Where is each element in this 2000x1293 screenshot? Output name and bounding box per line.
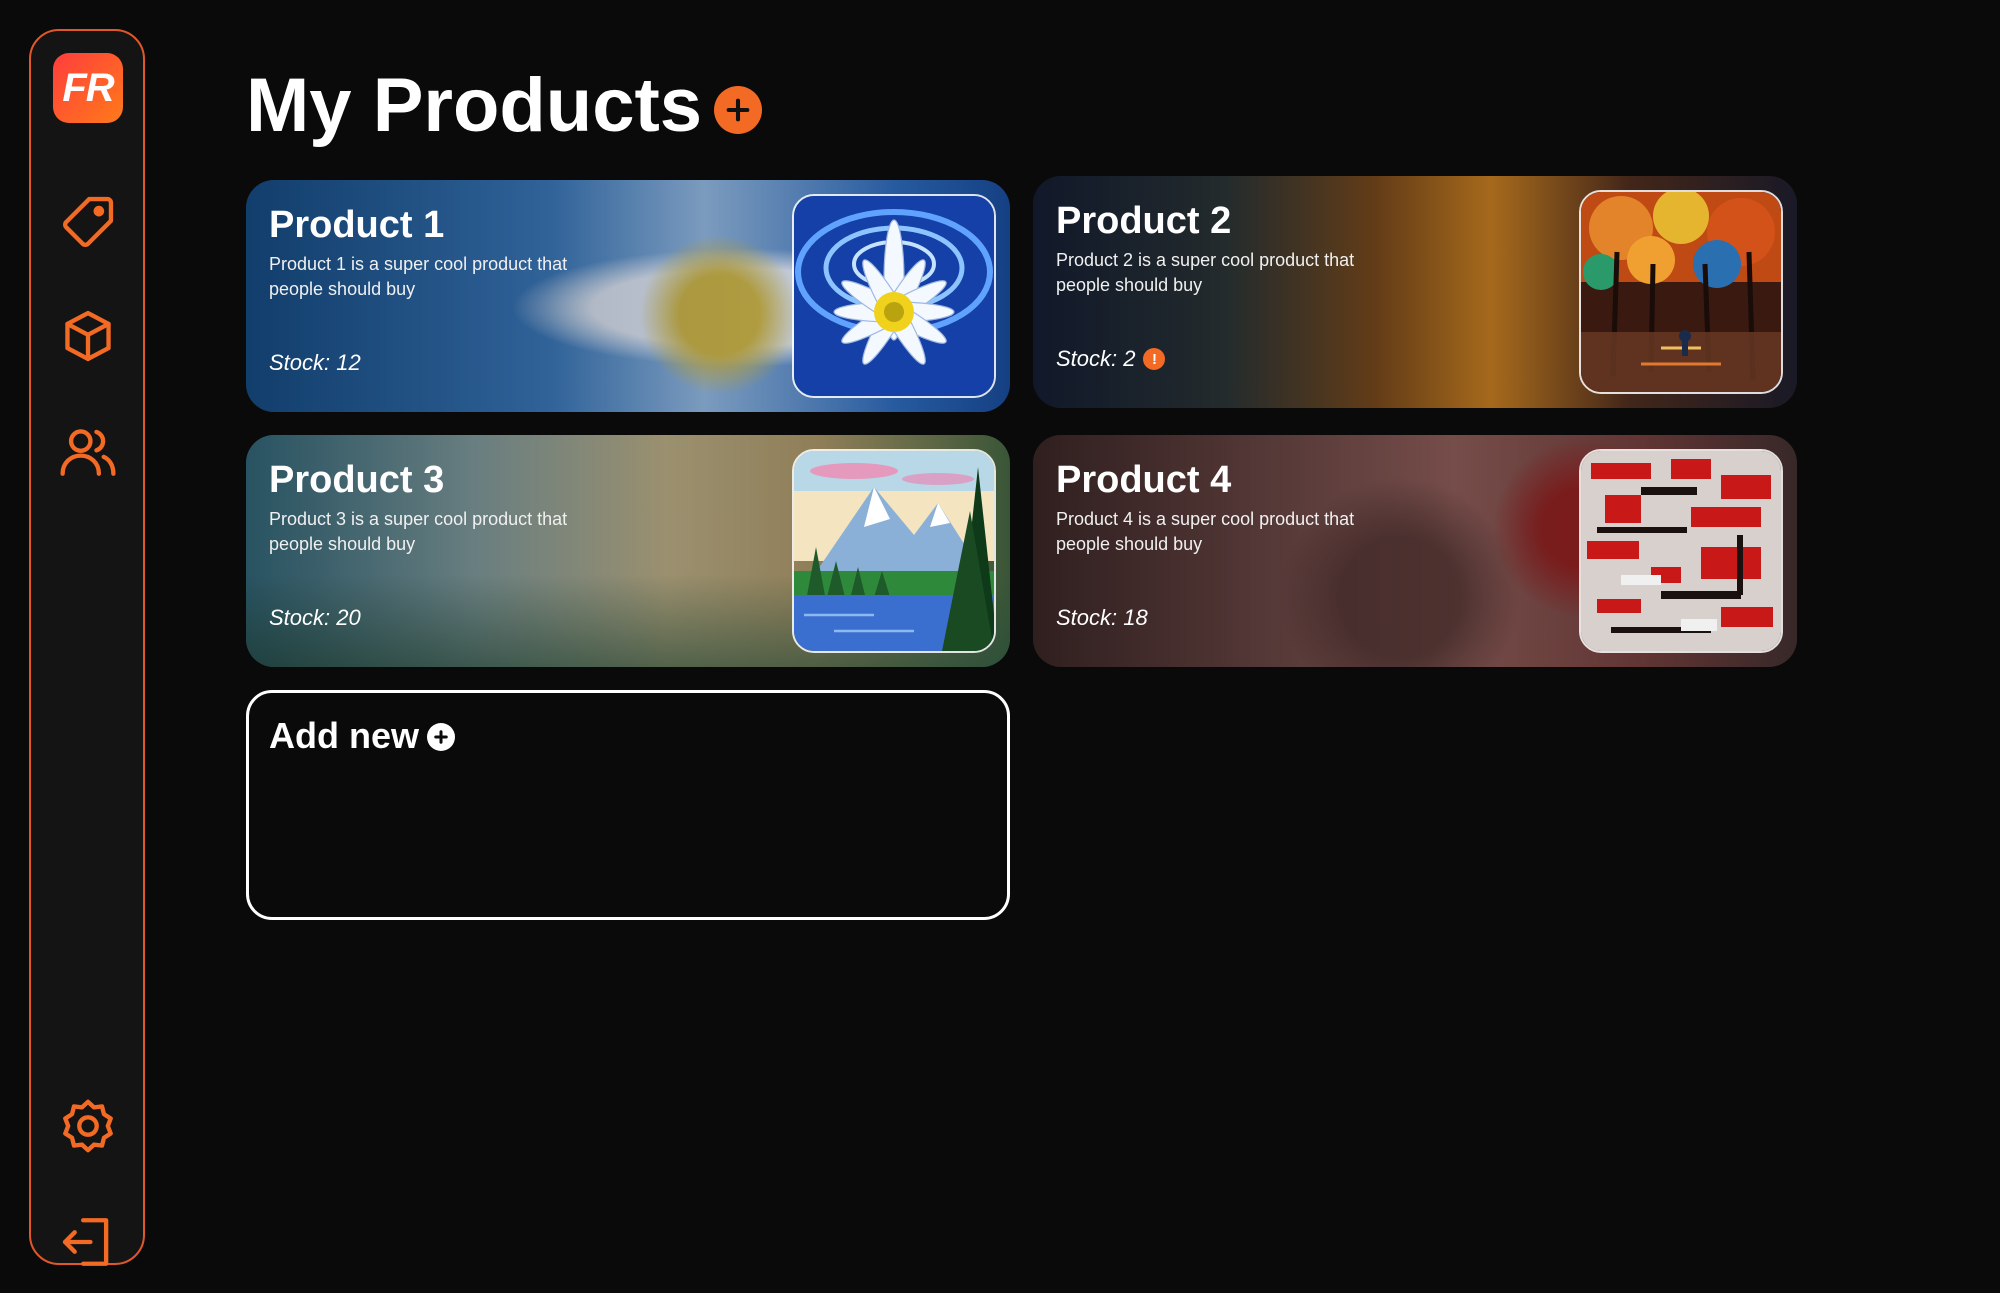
- sidebar-item-logout[interactable]: [57, 1211, 119, 1273]
- plus-icon: [726, 98, 750, 121]
- product-card[interactable]: Product 3 Product 3 is a super cool prod…: [246, 435, 1010, 667]
- users-icon: [60, 429, 116, 476]
- sidebar-item-settings[interactable]: [57, 1095, 119, 1157]
- sidebar-item-customers[interactable]: [57, 421, 119, 483]
- low-stock-warning-icon: !: [1143, 348, 1166, 370]
- tag-icon: [63, 196, 114, 247]
- product-image: [1579, 449, 1783, 653]
- product-card[interactable]: Product 4 Product 4 is a super cool prod…: [1033, 435, 1797, 667]
- product-stock: Stock: 12: [269, 350, 361, 376]
- add-new-product-card[interactable]: Add new: [246, 690, 1010, 920]
- sidebar-item-tags[interactable]: [57, 191, 119, 253]
- sidebar-item-products[interactable]: [57, 305, 119, 367]
- page-title: My Products: [246, 62, 763, 149]
- add-product-button[interactable]: [714, 85, 763, 134]
- product-stock: Stock: 2 !: [1056, 346, 1166, 372]
- stock-label: Stock: 2: [1056, 346, 1136, 371]
- add-new-label: Add new: [269, 715, 455, 757]
- stock-label: Stock: 12: [269, 350, 361, 375]
- product-stock: Stock: 18: [1056, 605, 1148, 631]
- product-description: Product 1 is a super cool product that p…: [269, 254, 568, 299]
- product-card[interactable]: Product 2 Product 2 is a super cool prod…: [1033, 176, 1797, 408]
- product-name: Product 2: [1056, 200, 1232, 242]
- product-stock: Stock: 20: [269, 605, 361, 631]
- product-name: Product 4: [1056, 459, 1232, 501]
- sidebar: FR: [29, 29, 145, 1266]
- autumn-street-painting: [1581, 192, 1781, 392]
- daisy-painting: [794, 196, 994, 396]
- product-image: [792, 194, 996, 398]
- product-image: [1579, 190, 1783, 394]
- plus-circle-icon: [427, 723, 455, 751]
- stock-label: Stock: 20: [269, 605, 361, 630]
- product-name: Product 3: [269, 459, 445, 501]
- mountain-lake-painting: [794, 451, 994, 651]
- product-image: [792, 449, 996, 653]
- app-logo[interactable]: FR: [53, 53, 123, 123]
- page-title-text: My Products: [246, 63, 703, 148]
- red-abstract-painting: [1581, 451, 1781, 651]
- logout-icon: [62, 1218, 109, 1266]
- product-name: Product 1: [269, 204, 445, 246]
- gear-icon: [63, 1099, 113, 1153]
- stock-label: Stock: 18: [1056, 605, 1148, 630]
- product-description: Product 2 is a super cool product that p…: [1056, 250, 1355, 295]
- box-icon: [65, 310, 111, 362]
- product-description: Product 4 is a super cool product that p…: [1056, 509, 1355, 554]
- product-card[interactable]: Product 1 Product 1 is a super cool prod…: [246, 180, 1010, 412]
- product-description: Product 3 is a super cool product that p…: [269, 509, 568, 554]
